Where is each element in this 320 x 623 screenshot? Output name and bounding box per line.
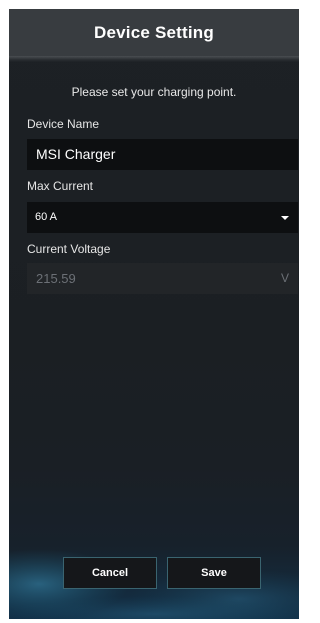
intro-text: Please set your charging point. bbox=[71, 85, 237, 99]
max-current-value: 60 A bbox=[35, 211, 58, 223]
device-name-value: MSI Charger bbox=[36, 146, 116, 162]
device-name-input[interactable]: MSI Charger bbox=[27, 139, 298, 170]
current-voltage-field: 215.59 V bbox=[27, 263, 298, 294]
device-setting-dialog: Device Setting Please set your charging … bbox=[9, 9, 299, 619]
caret-down-icon bbox=[281, 216, 289, 220]
dialog-header: Device Setting bbox=[9, 9, 299, 56]
voltage-unit: V bbox=[280, 271, 289, 285]
current-voltage-label: Current Voltage bbox=[27, 242, 111, 256]
page: Device Setting Please set your charging … bbox=[0, 0, 307, 623]
max-current-label: Max Current bbox=[27, 179, 94, 193]
device-name-label: Device Name bbox=[27, 117, 100, 131]
save-button[interactable]: Save bbox=[167, 557, 261, 589]
cancel-button[interactable]: Cancel bbox=[63, 557, 157, 589]
max-current-select[interactable]: 60 A bbox=[27, 202, 298, 233]
dialog-title: Device Setting bbox=[94, 22, 214, 42]
header-divider bbox=[9, 56, 299, 62]
current-voltage-value: 215.59 bbox=[36, 271, 76, 286]
background-glow-decoration bbox=[9, 549, 299, 619]
